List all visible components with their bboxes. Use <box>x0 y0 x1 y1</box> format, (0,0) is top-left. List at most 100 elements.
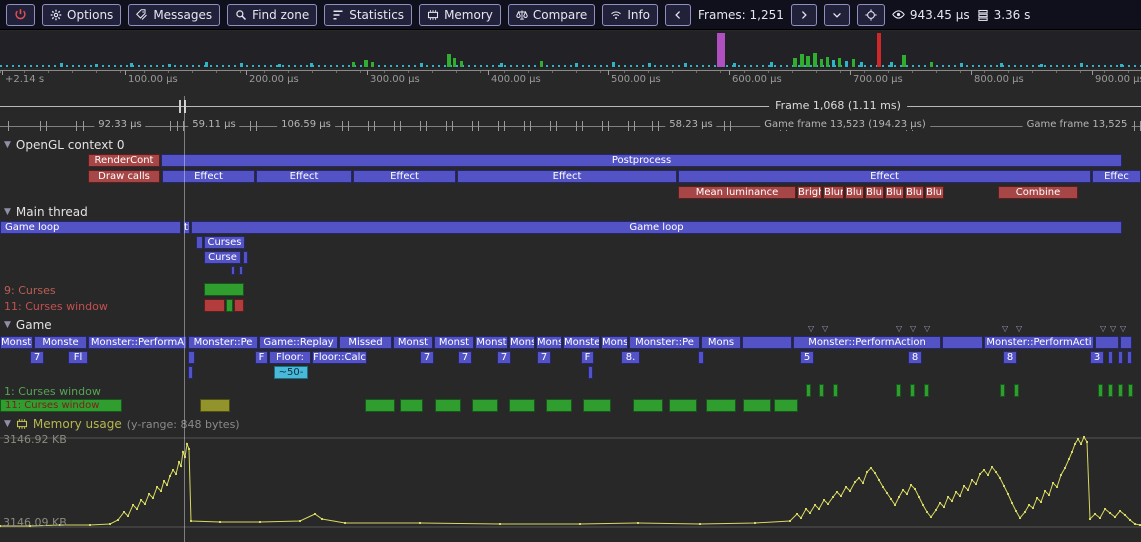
frame-bar[interactable] <box>960 63 963 67</box>
zone-bar[interactable] <box>806 384 811 397</box>
frame-bar[interactable] <box>832 60 835 67</box>
zone-bar[interactable] <box>633 399 663 412</box>
zone-bar[interactable] <box>588 366 593 379</box>
frame-bar[interactable] <box>890 62 893 67</box>
frame-segment-label[interactable]: 59.11 μs <box>188 119 239 130</box>
frame-bar[interactable] <box>447 54 451 67</box>
zone-bar[interactable]: Blur <box>905 186 924 199</box>
collapsed-zones-marker[interactable]: ▽ <box>822 325 828 333</box>
zone-bar[interactable]: Game::Replay <box>259 336 338 349</box>
zone-bar[interactable] <box>226 299 233 312</box>
frame-label[interactable]: Frame 1,068 (1.11 ms) <box>769 99 907 112</box>
frame-bar[interactable] <box>420 63 423 67</box>
zone-bar[interactable] <box>706 399 736 412</box>
zone-bar[interactable]: 7 <box>30 351 44 364</box>
zone-bar[interactable] <box>365 399 395 412</box>
zone-bar[interactable]: Blur <box>885 186 904 199</box>
frame-bar[interactable] <box>820 59 823 67</box>
zone-bar[interactable]: Monst <box>434 336 474 349</box>
frame-bar[interactable] <box>845 61 848 67</box>
zone-bar[interactable] <box>200 399 230 412</box>
zone-bar[interactable]: Blur <box>925 186 944 199</box>
zone-bar[interactable]: Mean luminance <box>678 186 796 199</box>
zone-bar[interactable] <box>1098 384 1103 397</box>
zone-bar[interactable]: Game loop <box>0 221 181 234</box>
frame-histogram[interactable] <box>0 31 1141 68</box>
zone-bar[interactable] <box>1108 384 1113 397</box>
frame-bar[interactable] <box>460 61 463 67</box>
frame-segment-label[interactable]: Game frame 13,525 <box>1023 119 1132 130</box>
collapsed-zones-marker[interactable]: ▽ <box>1002 325 1008 333</box>
collapsed-zones-marker[interactable]: ▽ <box>1120 325 1126 333</box>
zone-bar[interactable]: 11: Curses window <box>0 399 122 412</box>
zone-bar[interactable]: F <box>255 351 268 364</box>
frame-bar[interactable] <box>1040 64 1043 67</box>
zone-bar[interactable] <box>1108 351 1113 364</box>
zone-bar[interactable] <box>1127 351 1132 364</box>
zone-bar[interactable]: Floor::Calc <box>312 351 367 364</box>
frame-bar[interactable] <box>240 63 243 67</box>
zone-bar[interactable] <box>1014 384 1019 397</box>
zone-bar[interactable]: Effect <box>256 170 352 183</box>
memory-plot[interactable] <box>0 432 1141 542</box>
frame-bar[interactable] <box>352 62 355 67</box>
section-header-main-thread[interactable]: ▼Main thread <box>4 205 88 219</box>
memory-button[interactable]: Memory <box>419 4 501 26</box>
zone-bar[interactable] <box>472 399 498 412</box>
zone-bar[interactable]: Monst <box>509 336 535 349</box>
frame-bar[interactable] <box>648 63 651 67</box>
focus-button[interactable] <box>857 4 885 26</box>
frame-bar[interactable] <box>902 55 906 67</box>
info-button[interactable]: Info <box>602 4 658 26</box>
zone-bar[interactable]: Monster::Pe <box>188 336 258 349</box>
zone-bar[interactable]: Effect <box>678 170 1091 183</box>
frame-segment-label[interactable]: 92.33 μs <box>94 119 145 130</box>
zone-bar[interactable] <box>698 351 704 364</box>
frame-bar[interactable] <box>793 58 797 67</box>
zone-bar[interactable]: Game loop <box>191 221 1122 234</box>
next-frame-button[interactable] <box>791 4 817 26</box>
frame-bar[interactable] <box>205 62 208 67</box>
zone-bar[interactable]: Monste <box>563 336 600 349</box>
zone-bar[interactable] <box>1118 384 1123 397</box>
zone-bar[interactable] <box>1095 336 1119 349</box>
zone-bar[interactable]: Blur <box>845 186 864 199</box>
messages-button[interactable]: Messages <box>128 4 220 26</box>
zone-bar[interactable] <box>1118 351 1123 364</box>
frame-bar[interactable] <box>575 63 578 67</box>
zone-bar[interactable] <box>1128 384 1133 397</box>
zone-bar[interactable]: 7 <box>458 351 472 364</box>
memory-section-header[interactable]: ▼ Memory usage (y-range: 848 bytes) <box>4 417 240 431</box>
find-zone-button[interactable]: Find zone <box>227 4 317 26</box>
frame-bar[interactable] <box>684 63 687 67</box>
frame-bar[interactable] <box>877 33 881 67</box>
zone-bar[interactable] <box>509 399 535 412</box>
zone-bar[interactable] <box>833 384 838 397</box>
zone-bar[interactable]: Blur <box>823 186 844 199</box>
collapsed-zones-marker[interactable]: ▽ <box>924 325 930 333</box>
zone-bar[interactable]: Monste <box>34 336 87 349</box>
collapsed-zones-marker[interactable]: ▽ <box>1110 325 1116 333</box>
frame-bar[interactable] <box>852 59 855 67</box>
zone-bar[interactable]: Mons <box>601 336 628 349</box>
zone-bar[interactable]: Floor: <box>269 351 311 364</box>
frame-bar[interactable] <box>95 64 98 67</box>
zone-bar[interactable]: Blur <box>865 186 884 199</box>
section-header-game[interactable]: ▼Game <box>4 318 52 332</box>
frame-bar[interactable] <box>500 63 503 67</box>
frame-segment-label[interactable]: 58.23 μs <box>665 119 716 130</box>
zone-bar[interactable] <box>234 299 244 312</box>
frame-segment-label[interactable]: 106.59 μs <box>277 119 335 130</box>
zone-bar[interactable] <box>243 251 248 264</box>
zone-bar[interactable]: Monster::Pe <box>629 336 700 349</box>
options-button[interactable]: Options <box>42 4 121 26</box>
prev-frame-button[interactable] <box>665 4 691 26</box>
zone-bar[interactable] <box>188 366 193 379</box>
zone-bar[interactable]: 7 <box>537 351 551 364</box>
section-header-opengl-context-0[interactable]: ▼OpenGL context 0 <box>4 138 124 152</box>
zone-bar[interactable] <box>400 399 423 412</box>
zone-bar[interactable]: 5 <box>800 351 814 364</box>
zone-bar[interactable] <box>1120 336 1132 349</box>
zone-bar[interactable] <box>910 384 915 397</box>
zone-bar[interactable]: Fl <box>68 351 88 364</box>
